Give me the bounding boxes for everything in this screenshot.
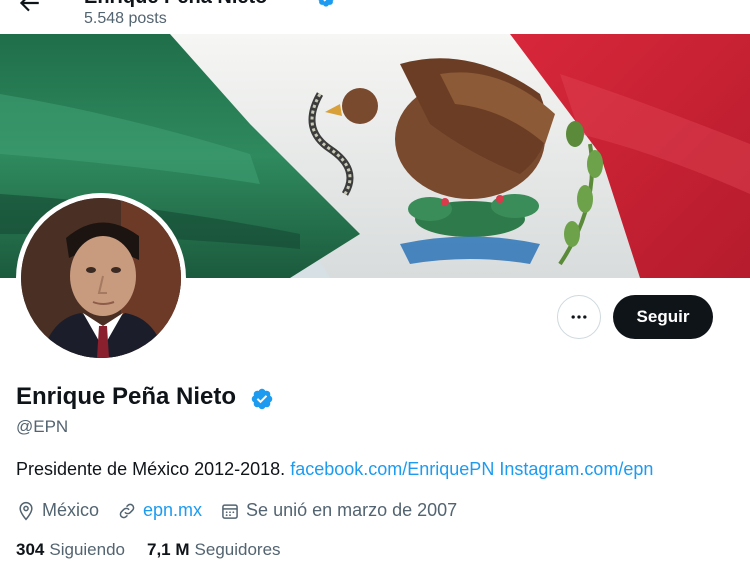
location-text: México — [42, 500, 100, 520]
avatar[interactable] — [16, 193, 186, 363]
following-stat[interactable]: 304 Siguiendo — [16, 540, 125, 560]
location-item: México — [16, 500, 99, 521]
bio-text: Presidente de México 2012-2018. — [16, 459, 286, 479]
profile-meta: México epn.mx Se unió en marzo de 2007 — [16, 500, 475, 521]
followers-label: Seguidores — [194, 540, 281, 559]
verified-badge-icon — [318, 0, 334, 7]
more-horizontal-icon — [571, 315, 587, 319]
location-pin-icon — [19, 501, 33, 520]
follow-stats: 304 Siguiendo 7,1 M Seguidores — [16, 540, 303, 560]
avatar-photo — [21, 198, 181, 358]
top-bar: Enrique Peña Nieto 5.548 posts — [0, 0, 750, 34]
followers-stat[interactable]: 7,1 M Seguidores — [147, 540, 281, 560]
header-title: Enrique Peña Nieto — [84, 0, 267, 9]
display-name: Enrique Peña Nieto — [16, 383, 237, 410]
arrow-left-icon[interactable] — [16, 0, 42, 16]
joined-text: Se unió en marzo de 2007 — [246, 500, 458, 520]
joined-item: Se unió en marzo de 2007 — [220, 500, 457, 521]
follow-button[interactable]: Seguir — [613, 295, 713, 339]
following-count: 304 — [16, 540, 45, 559]
more-options-button[interactable] — [557, 295, 601, 339]
post-count: 5.548 posts — [84, 10, 167, 27]
bio-link-facebook[interactable]: facebook.com/EnriquePN — [290, 459, 494, 479]
calendar-icon — [222, 503, 238, 519]
verified-badge-icon[interactable] — [250, 387, 274, 411]
following-label: Siguiendo — [49, 540, 125, 559]
link-icon — [119, 503, 135, 518]
user-handle: @EPN — [16, 417, 69, 436]
bio-link-instagram[interactable]: Instagram.com/epn — [499, 459, 653, 479]
bio: Presidente de México 2012-2018. facebook… — [16, 459, 653, 480]
followers-count: 7,1 M — [147, 540, 190, 559]
website-item[interactable]: epn.mx — [117, 500, 202, 521]
website-link[interactable]: epn.mx — [143, 500, 202, 521]
